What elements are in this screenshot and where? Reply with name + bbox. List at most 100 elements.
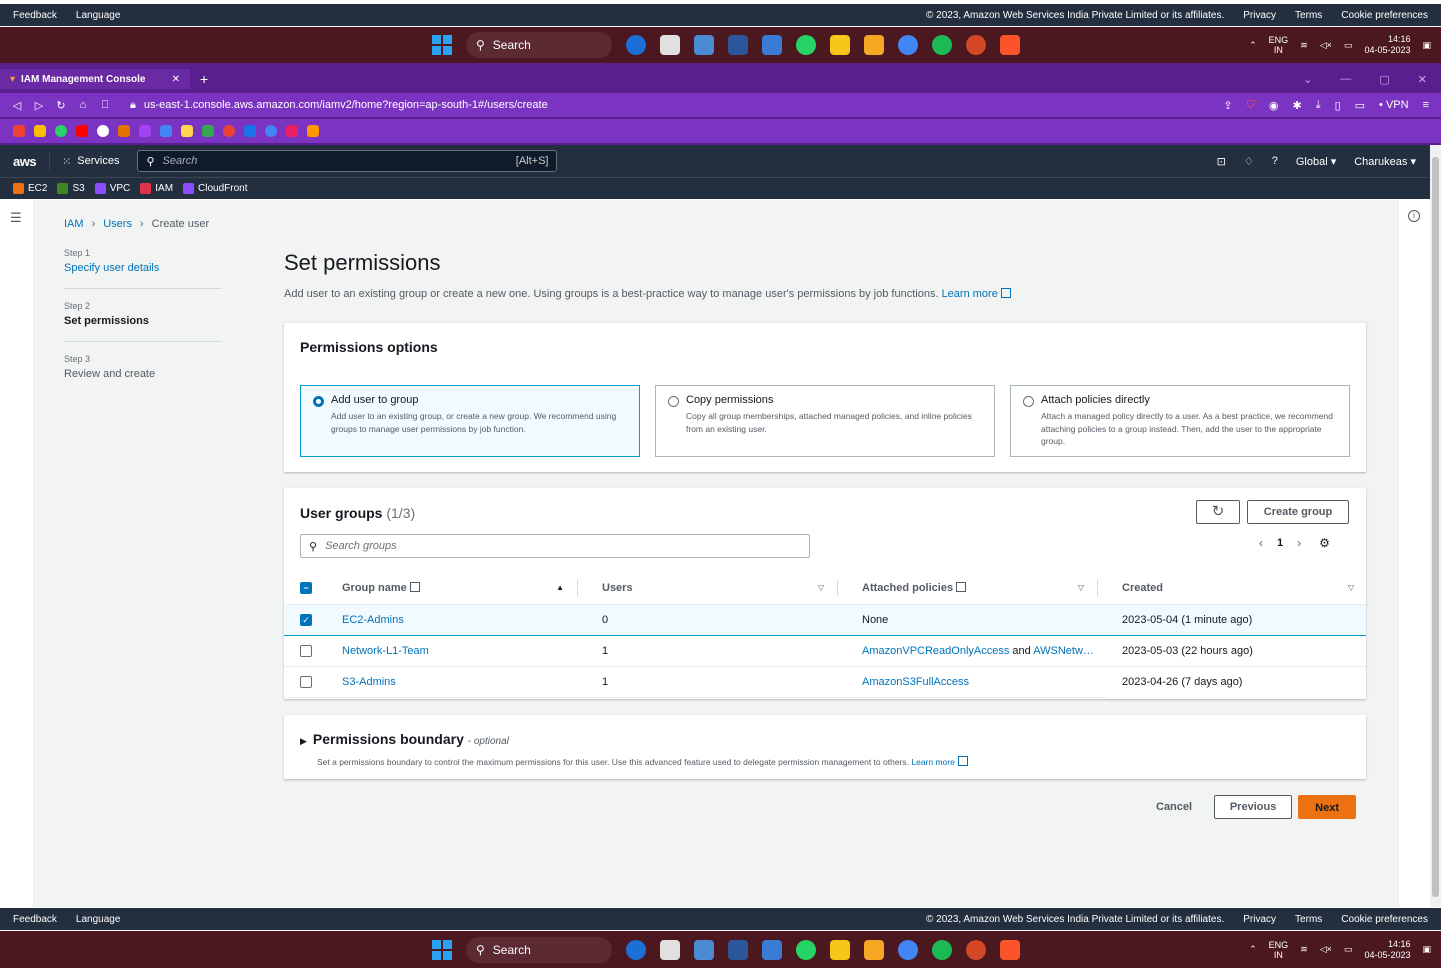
bookmark-icon[interactable] <box>307 125 319 137</box>
privacy-link[interactable]: Privacy <box>1243 914 1276 925</box>
close-icon[interactable]: ✕ <box>172 74 180 85</box>
breadcrumb-users[interactable]: Users <box>103 218 132 230</box>
breadcrumb-iam[interactable]: IAM <box>64 218 84 230</box>
next-button[interactable]: Next <box>1298 795 1357 819</box>
file-explorer-icon[interactable] <box>660 35 680 55</box>
bookmark-icon[interactable] <box>286 125 298 137</box>
notepad-icon[interactable] <box>694 35 714 55</box>
file-explorer-icon[interactable] <box>660 939 680 960</box>
info-icon[interactable]: i <box>1408 210 1420 222</box>
forward-icon[interactable]: ▷ <box>28 99 50 112</box>
taskbar-search[interactable]: ⚲ Search <box>466 32 612 58</box>
step-1-link[interactable]: Specify user details <box>64 262 222 274</box>
privacy-link[interactable]: Privacy <box>1243 10 1276 21</box>
language-link[interactable]: Language <box>76 10 121 21</box>
option-copy-permissions[interactable]: Copy permissions Copy all group membershi… <box>655 385 995 457</box>
chevron-up-icon[interactable]: ⌃ <box>1249 944 1257 955</box>
menu-icon[interactable]: ≡ <box>1423 99 1429 111</box>
app-icon[interactable] <box>864 939 884 960</box>
home-icon[interactable]: ⌂ <box>72 99 94 111</box>
chrome-icon[interactable] <box>898 939 918 960</box>
browser-tab[interactable]: ▾ IAM Management Console ✕ <box>0 69 190 89</box>
services-menu[interactable]: ⁙ Services <box>49 152 131 170</box>
volume-icon[interactable]: ◁× <box>1320 944 1332 955</box>
row-checkbox[interactable] <box>300 644 312 657</box>
language-link[interactable]: Language <box>76 914 121 925</box>
terms-link[interactable]: Terms <box>1295 914 1322 925</box>
language-indicator[interactable]: ENG IN <box>1269 940 1289 960</box>
chevron-right-icon[interactable]: › <box>1297 536 1301 550</box>
radio-selected[interactable] <box>313 396 324 407</box>
brave-shield-icon[interactable]: ⛉ <box>1247 99 1255 112</box>
bell-icon[interactable]: ♢ <box>1244 155 1254 168</box>
close-window-icon[interactable]: ✕ <box>1418 73 1427 86</box>
cookie-link[interactable]: Cookie preferences <box>1341 10 1428 21</box>
row-checkbox[interactable] <box>300 675 312 688</box>
refresh-button[interactable]: ↻ <box>1196 500 1240 524</box>
policy-link[interactable]: AmazonS3FullAccess <box>862 676 969 688</box>
radio[interactable] <box>668 396 679 407</box>
windows-start-icon[interactable] <box>432 35 452 55</box>
word-icon[interactable] <box>728 35 748 55</box>
table-row[interactable]: Network-L1-Team 1 AmazonVPCReadOnlyAcces… <box>284 635 1366 667</box>
favorite-ec2[interactable]: EC2 <box>13 183 47 194</box>
col-group-name[interactable]: Group name ▲ <box>326 572 586 605</box>
terms-link[interactable]: Terms <box>1295 10 1322 21</box>
app-icon[interactable] <box>762 939 782 960</box>
extensions-icon[interactable]: ✱ <box>1292 99 1301 112</box>
volume-icon[interactable]: ◁× <box>1320 40 1332 51</box>
cancel-button[interactable]: Cancel <box>1152 801 1196 813</box>
powerpoint-icon[interactable] <box>966 35 986 55</box>
wallet-icon[interactable]: ▭ <box>1355 99 1365 112</box>
wifi-icon[interactable]: ≋ <box>1300 944 1308 955</box>
favorite-s3[interactable]: S3 <box>57 183 85 194</box>
clock[interactable]: 14:16 04-05-2023 <box>1364 939 1410 961</box>
taskbar-search[interactable]: ⚲ Search <box>466 936 612 963</box>
youtube-bookmark-icon[interactable] <box>76 125 88 137</box>
permissions-boundary-panel[interactable]: ▶ Permissions boundary - optional Set a p… <box>284 715 1366 779</box>
bookmark-icon[interactable] <box>181 125 193 137</box>
bookmark-icon[interactable] <box>223 125 235 137</box>
word-icon[interactable] <box>728 939 748 960</box>
clock[interactable]: 14:16 04-05-2023 <box>1364 34 1410 56</box>
option-add-user-to-group[interactable]: Add user to group Add user to an existing… <box>300 385 640 457</box>
region-selector[interactable]: Global ▾ <box>1296 155 1336 168</box>
settings-gear-icon[interactable]: ⚙ <box>1319 536 1330 550</box>
minimize-icon[interactable]: — <box>1340 73 1351 86</box>
url-field[interactable]: 🔒︎ us-east-1.console.aws.amazon.com/iamv2… <box>130 99 548 112</box>
favorite-cloudfront[interactable]: CloudFront <box>183 183 248 194</box>
notepad-icon[interactable] <box>694 939 714 960</box>
powerpoint-icon[interactable] <box>966 939 986 960</box>
table-row[interactable]: ✓ EC2-Admins 0 None 2023-05-04 (1 minute… <box>284 603 1366 636</box>
spotify-icon[interactable] <box>932 939 952 960</box>
folder-icon[interactable] <box>830 35 850 55</box>
app-icon[interactable] <box>762 35 782 55</box>
bing-icon[interactable] <box>626 939 646 960</box>
new-tab-icon[interactable]: + <box>200 71 208 87</box>
whatsapp-bookmark-icon[interactable] <box>55 125 67 137</box>
folder-icon[interactable] <box>830 939 850 960</box>
restore-icon[interactable]: ▢ <box>1379 73 1389 86</box>
brave-icon[interactable] <box>1000 35 1020 55</box>
windows-start-icon[interactable] <box>432 939 452 960</box>
option-attach-policies[interactable]: Attach policies directly Attach a managed… <box>1010 385 1350 457</box>
bookmark-icon[interactable] <box>160 125 172 137</box>
learn-more-link[interactable]: Learn more <box>942 288 1011 300</box>
group-link[interactable]: Network-L1-Team <box>342 645 429 657</box>
bing-icon[interactable] <box>626 35 646 55</box>
brave-icon[interactable] <box>1000 939 1020 960</box>
aws-search-input[interactable]: ⚲ Search [Alt+S] <box>137 150 558 172</box>
spotify-icon[interactable] <box>932 35 952 55</box>
vpn-button[interactable]: • VPN <box>1379 99 1409 111</box>
aws-logo[interactable]: aws <box>0 154 49 169</box>
bookmark-icon[interactable]: ⎕ <box>94 99 116 112</box>
bookmark-icon[interactable] <box>139 125 151 137</box>
col-users[interactable]: Users ▽ <box>586 572 846 605</box>
group-link[interactable]: S3-Admins <box>342 676 396 688</box>
help-icon[interactable]: ? <box>1272 155 1278 167</box>
account-menu[interactable]: Charukeas ▾ <box>1354 155 1416 168</box>
hamburger-menu-icon[interactable]: ☰ <box>10 210 22 226</box>
favorite-vpc[interactable]: VPC <box>94 183 130 194</box>
group-link[interactable]: EC2-Admins <box>342 614 404 626</box>
wifi-icon[interactable]: ≋ <box>1300 40 1308 51</box>
